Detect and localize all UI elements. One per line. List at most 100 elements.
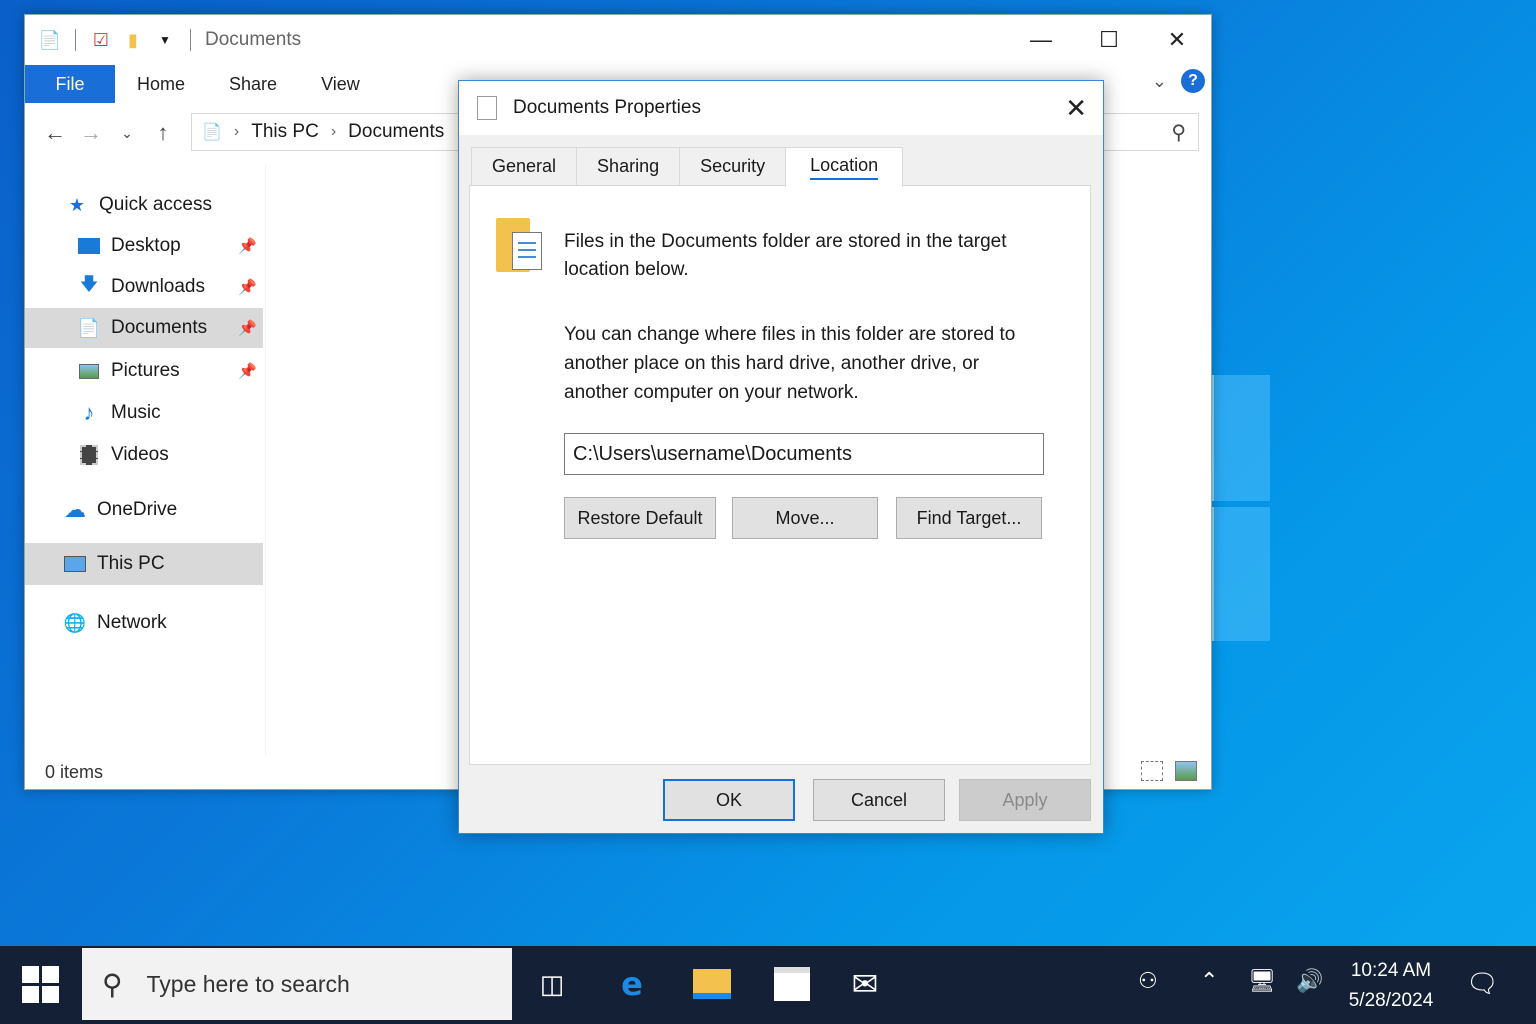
film-strip-icon [77, 444, 101, 466]
music-note-icon: ♪ [83, 400, 95, 425]
breadcrumb-chevron-icon[interactable]: › [331, 123, 336, 141]
pictures-icon [77, 360, 101, 382]
taskbar-search-box[interactable]: ⚲ Type here to search [82, 948, 512, 1020]
apply-button[interactable]: Apply [959, 779, 1091, 821]
sidebar-item-downloads[interactable]: 🡇 Downloads 📌 [25, 267, 263, 307]
divider [190, 29, 191, 51]
move-button[interactable]: Move... [732, 497, 878, 539]
breadcrumb-this-pc[interactable]: This PC [251, 121, 319, 143]
taskbar-clock[interactable]: 10:24 AM 5/28/2024 [1336, 956, 1446, 1016]
edge-browser-icon[interactable]: e [610, 962, 654, 1006]
breadcrumb-chevron-icon[interactable]: › [234, 123, 239, 141]
pin-icon[interactable]: 📌 [238, 362, 257, 380]
pin-icon[interactable]: 📌 [238, 278, 257, 296]
file-tab[interactable]: File [25, 65, 115, 103]
restore-default-button[interactable]: Restore Default [564, 497, 716, 539]
location-path-input[interactable]: C:\Users\username\Documents [564, 433, 1044, 475]
back-arrow-icon[interactable]: ← [37, 120, 73, 146]
network-icon: 🌐 [63, 612, 87, 633]
search-icon: ⚲ [102, 968, 123, 1000]
tab-location[interactable]: Location [785, 147, 904, 187]
tab-view[interactable]: View [299, 74, 382, 95]
sidebar-item-label: Network [97, 612, 167, 633]
find-target-button[interactable]: Find Target... [896, 497, 1042, 539]
ribbon-right: ⌄ ? [1152, 69, 1205, 93]
sidebar-item-label: Music [111, 402, 161, 423]
action-center-icon[interactable]: 🗨 [1466, 968, 1499, 999]
store-icon[interactable] [770, 962, 814, 1006]
up-arrow-icon[interactable]: ↑ [145, 120, 181, 146]
sidebar-item-onedrive[interactable]: ☁ OneDrive [25, 490, 263, 530]
divider [75, 29, 76, 51]
properties-icon[interactable]: 📄 [39, 28, 61, 52]
ok-button[interactable]: OK [663, 779, 795, 821]
large-icons-view-icon[interactable] [1175, 761, 1197, 781]
window-controls: — ☐ ✕ [1007, 15, 1211, 65]
documents-location-icon: 📄 [202, 124, 222, 141]
volume-icon[interactable]: 🔊 [1296, 968, 1323, 994]
status-item-count: 0 items [45, 762, 104, 782]
pin-icon[interactable]: 📌 [238, 319, 257, 337]
tab-location-label: Location [810, 155, 879, 180]
sidebar-item-label: This PC [97, 553, 165, 574]
sidebar-item-quick-access[interactable]: ★ Quick access [25, 185, 263, 225]
help-icon[interactable]: ? [1181, 69, 1205, 93]
documents-icon: 📄 [77, 317, 101, 338]
new-folder-icon[interactable]: ▮ [122, 28, 144, 52]
file-explorer-taskbar-icon[interactable] [690, 962, 734, 1006]
dialog-title: Documents Properties [513, 97, 701, 118]
search-placeholder: Type here to search [146, 970, 350, 997]
sidebar-item-label: OneDrive [97, 499, 178, 520]
sidebar-item-label: Documents [111, 317, 208, 338]
desktop-icon [77, 235, 101, 257]
mail-icon[interactable]: ✉ [843, 962, 887, 1006]
sidebar-item-music[interactable]: ♪ Music [25, 393, 263, 433]
people-icon[interactable]: ⚇ [1138, 968, 1158, 994]
pin-icon[interactable]: 📌 [238, 237, 257, 255]
start-windows-icon[interactable] [22, 966, 60, 1004]
sidebar-item-videos[interactable]: Videos [25, 435, 263, 475]
tab-general[interactable]: General [471, 147, 578, 185]
sidebar-item-pictures[interactable]: Pictures 📌 [25, 351, 263, 391]
star-icon: ★ [68, 194, 86, 215]
recent-locations-chevron-icon[interactable]: ⌄ [109, 125, 145, 142]
task-view-icon[interactable]: ◫ [530, 962, 574, 1006]
checklist-icon[interactable]: ☑ [90, 28, 112, 52]
sidebar-item-label: Videos [111, 444, 169, 465]
documents-properties-dialog: Documents Properties ✕ General Sharing S… [458, 80, 1104, 834]
desktop-windows-logo [1212, 365, 1270, 643]
details-view-icon[interactable] [1141, 761, 1163, 781]
forward-arrow-icon[interactable]: → [73, 120, 109, 146]
pane-divider[interactable] [265, 165, 266, 755]
customize-qat-icon[interactable]: ▼ [154, 28, 176, 52]
tab-sharing[interactable]: Sharing [576, 147, 681, 185]
taskbar: ⚲ Type here to search ◫ e ✉ ⚇ ⌃ 🖥 🔊 10:2… [0, 946, 1536, 1024]
close-button[interactable]: ✕ [1143, 15, 1211, 65]
navigation-pane: ★ Quick access Desktop 📌 🡇 Downloads 📌 📄… [25, 165, 265, 755]
close-icon[interactable]: ✕ [1065, 93, 1087, 124]
breadcrumb-documents[interactable]: Documents [348, 121, 444, 143]
window-title: Documents [205, 29, 302, 50]
tab-home[interactable]: Home [115, 74, 207, 95]
tab-security[interactable]: Security [679, 147, 787, 185]
sidebar-item-desktop[interactable]: Desktop 📌 [25, 226, 263, 266]
sidebar-item-this-pc[interactable]: This PC [25, 543, 263, 585]
sidebar-item-label: Downloads [111, 276, 205, 297]
dialog-titlebar: Documents Properties ✕ [459, 81, 1103, 135]
clock-time: 10:24 AM [1350, 960, 1432, 981]
sidebar-item-label: Desktop [111, 235, 181, 256]
location-tab-panel: Files in the Documents folder are stored… [469, 185, 1091, 765]
cancel-button[interactable]: Cancel [813, 779, 945, 821]
sidebar-item-documents[interactable]: 📄 Documents 📌 [25, 308, 263, 348]
sidebar-item-network[interactable]: 🌐 Network [25, 603, 263, 643]
show-hidden-icons-chevron-icon[interactable]: ⌃ [1200, 968, 1218, 994]
clock-date: 5/28/2024 [1348, 990, 1434, 1011]
minimize-button[interactable]: — [1007, 15, 1075, 65]
cloud-icon: ☁ [64, 497, 86, 522]
location-change-description: You can change where files in this folde… [564, 324, 1016, 403]
tab-share[interactable]: Share [207, 74, 299, 95]
expand-ribbon-icon[interactable]: ⌄ [1152, 71, 1167, 92]
search-icon[interactable]: ⚲ [1171, 120, 1186, 145]
network-tray-icon[interactable]: 🖥 [1248, 968, 1276, 994]
maximize-button[interactable]: ☐ [1075, 15, 1143, 65]
